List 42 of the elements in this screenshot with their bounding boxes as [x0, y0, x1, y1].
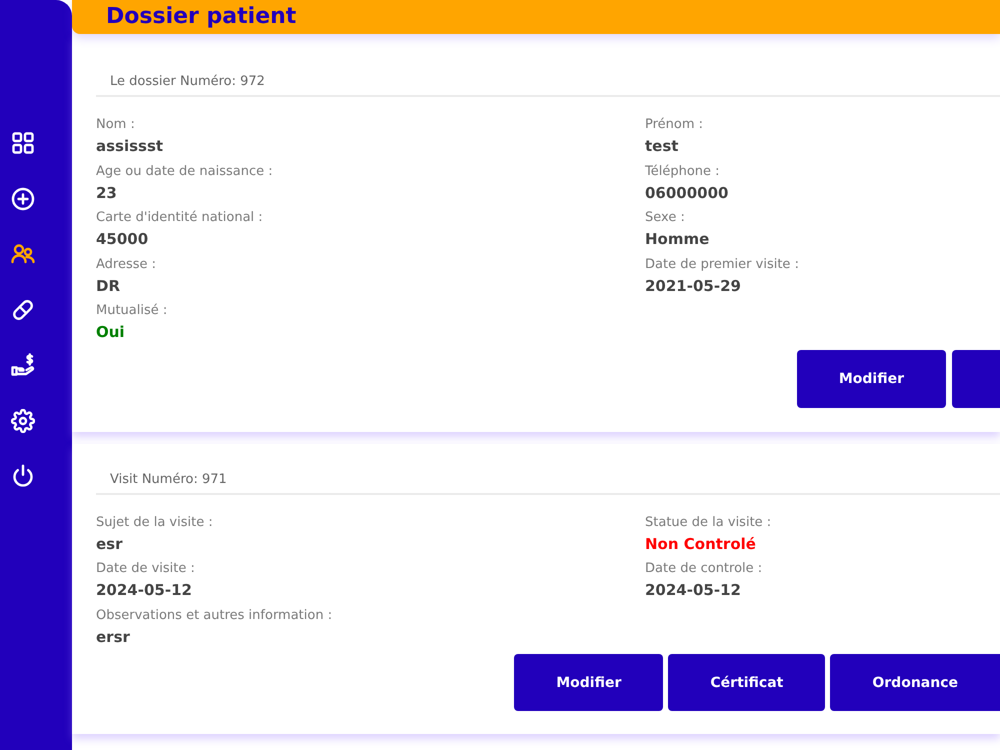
field-value: Non Controlé: [645, 534, 756, 554]
field-label: Sexe :: [645, 209, 685, 227]
field-label: Date de controle :: [645, 560, 762, 578]
field-value: ersr: [96, 626, 130, 648]
field-value: assissst: [96, 136, 164, 157]
field-value: Oui: [96, 322, 125, 343]
page-title: Dossier patient: [106, 3, 296, 31]
section-heading: Visit Numéro: 971: [96, 472, 1000, 494]
field-label: Téléphone :: [645, 162, 720, 180]
edit-button[interactable]: Modifier: [514, 654, 664, 711]
field-value: 06000000: [645, 182, 728, 204]
field-label: Prénom :: [645, 116, 704, 134]
field-value: 2021-05-29: [645, 276, 741, 296]
field-label: Observations et autres information :: [96, 606, 332, 624]
field-label: Date de visite :: [96, 560, 195, 578]
field-label: Carte d'identité national :: [96, 209, 263, 227]
field-value: test: [645, 136, 678, 157]
field-label: Mutualisé :: [96, 302, 168, 320]
field-label: Nom :: [96, 116, 135, 134]
certificate-button[interactable]: Cértificat: [668, 654, 826, 711]
field-label: Sujet de la visite :: [96, 514, 213, 532]
field-value: 45000: [96, 229, 148, 250]
field-value: 2024-05-12: [645, 580, 741, 601]
field-value: DR: [96, 276, 120, 296]
field-value: Homme: [645, 229, 710, 250]
field-label: Statue de la visite :: [645, 514, 772, 532]
settings-icon[interactable]: [11, 408, 35, 432]
plus-circle-icon[interactable]: [11, 186, 35, 210]
users-icon[interactable]: [11, 242, 35, 266]
prescription-button[interactable]: Ordonance: [830, 654, 1000, 711]
field-label: Adresse :: [96, 256, 156, 274]
field-value: 23: [96, 182, 117, 204]
pill-icon[interactable]: [11, 298, 35, 322]
field-value: esr: [96, 534, 122, 554]
field-value: 2024-05-12: [96, 580, 192, 601]
hand-dollar-icon[interactable]: [11, 353, 35, 377]
field-label: Date de premier visite :: [645, 256, 799, 274]
field-label: Age ou date de naissance :: [96, 162, 273, 180]
power-icon[interactable]: [11, 464, 35, 488]
section-heading: Le dossier Numéro: 972: [96, 74, 1000, 97]
edit-button[interactable]: Modifier: [796, 350, 946, 408]
grid-icon[interactable]: [11, 131, 35, 155]
